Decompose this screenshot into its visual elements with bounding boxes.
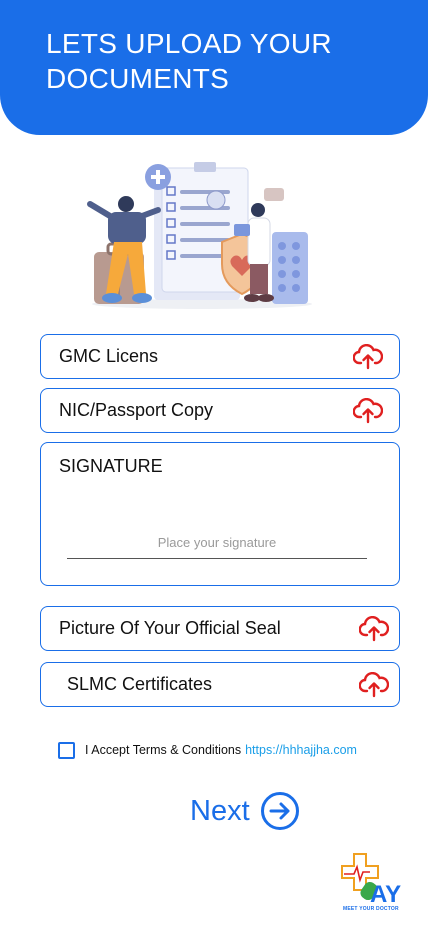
upload-nic-passport[interactable]: NIC/Passport Copy (40, 388, 400, 433)
upload-label: SLMC Certificates (67, 674, 213, 694)
upload-label: Picture Of Your Official Seal (59, 618, 281, 638)
upload-gmc-license[interactable]: GMC Licens (40, 334, 400, 379)
arrow-right-circle-icon (260, 792, 299, 830)
app-logo: AY (341, 853, 401, 908)
logo-letters: AY (370, 881, 401, 908)
upload-label: GMC Licens (59, 346, 159, 366)
signature-pad[interactable]: Place your signature (67, 535, 367, 559)
upload-cloud-icon[interactable] (359, 616, 389, 642)
page-title: LETS UPLOAD YOUR DOCUMENTS (46, 28, 332, 94)
signature-box[interactable]: SIGNATURE Place your signature (40, 442, 400, 586)
terms-row: I Accept Terms & Conditions https://hhha… (58, 741, 357, 759)
upload-label: NIC/Passport Copy (59, 400, 214, 420)
header: LETS UPLOAD YOUR DOCUMENTS (0, 0, 428, 135)
terms-link[interactable]: https://hhhajjha.com (245, 743, 357, 757)
upload-cloud-icon[interactable] (353, 398, 383, 424)
upload-cloud-icon[interactable] (353, 344, 383, 370)
terms-checkbox[interactable] (58, 741, 75, 759)
upload-slmc-certificates[interactable]: SLMC Certificates (40, 662, 400, 707)
signature-title: SIGNATURE (59, 456, 163, 476)
documents-illustration (87, 162, 312, 309)
next-button[interactable]: Next (190, 790, 300, 832)
logo-tagline: MEET YOUR DOCTOR (343, 906, 399, 912)
terms-text: I Accept Terms & Conditions (85, 743, 242, 757)
upload-cloud-icon[interactable] (359, 672, 389, 698)
upload-official-seal[interactable]: Picture Of Your Official Seal (40, 606, 400, 651)
next-label: Next (190, 794, 250, 827)
